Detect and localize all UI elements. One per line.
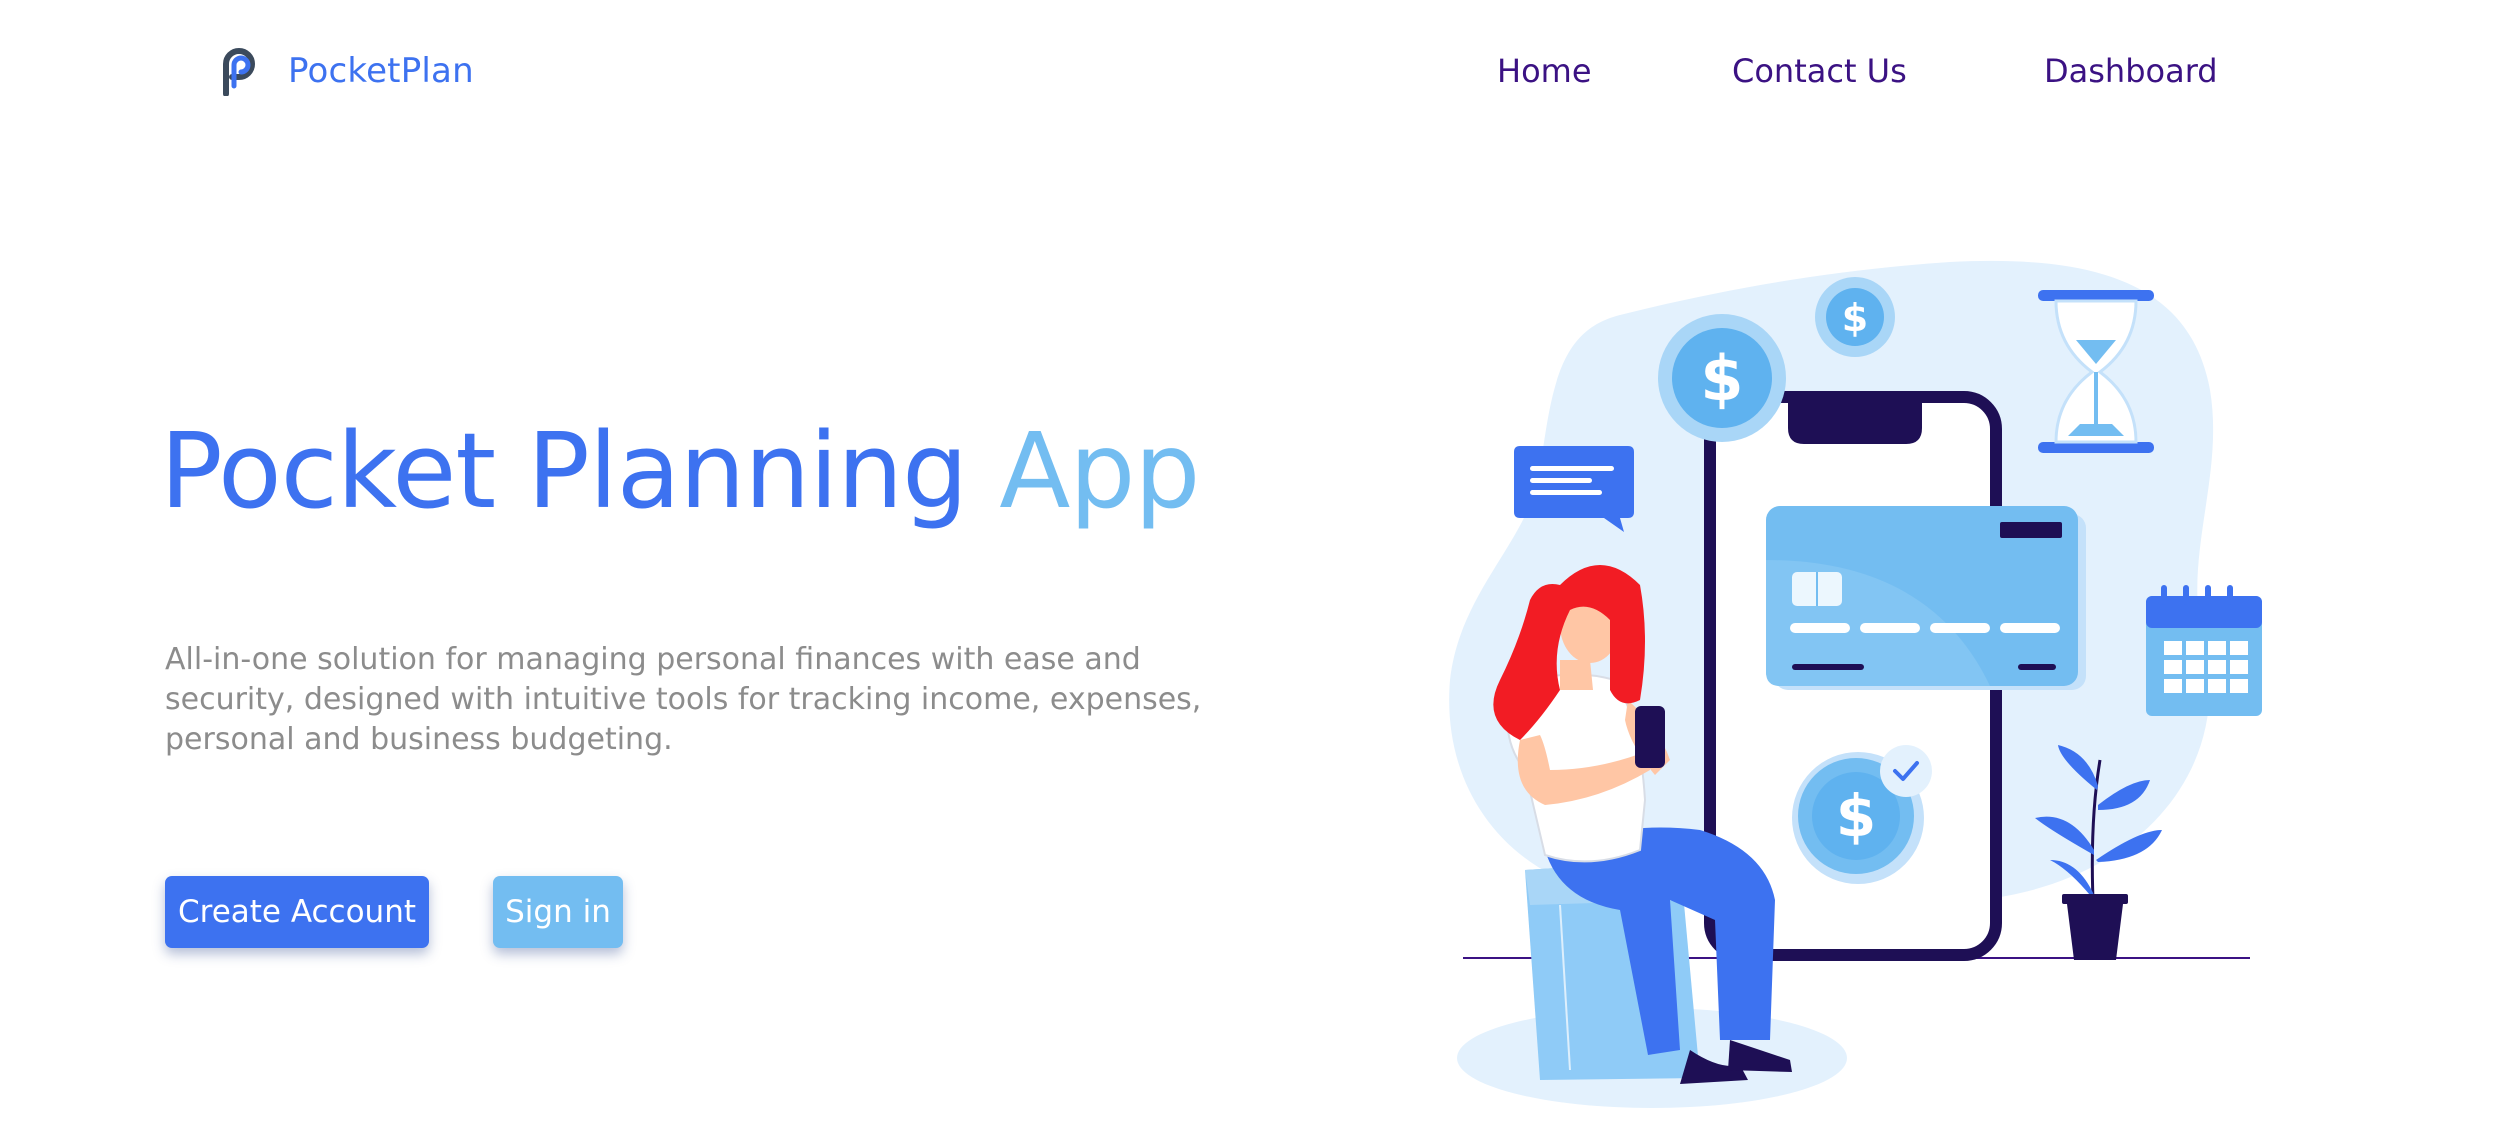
coin-symbol: $ <box>1842 296 1868 340</box>
coin-symbol: $ <box>1700 342 1743 415</box>
pocketplan-logo-icon <box>223 48 255 96</box>
hero-title: Pocket Planning App <box>160 410 1200 532</box>
brand-name: PocketPlan <box>288 51 474 91</box>
create-account-button[interactable]: Create Account <box>165 876 429 948</box>
nav-contact-link[interactable]: Contact Us <box>1732 52 1907 90</box>
nav-home-link[interactable]: Home <box>1497 52 1592 90</box>
nav-dashboard-link[interactable]: Dashboard <box>2044 52 2218 90</box>
hero-description: All-in-one solution for managing persona… <box>165 642 1202 757</box>
hero-title-main: Pocket Planning <box>160 410 968 532</box>
brand-logo[interactable]: PocketPlan <box>218 46 474 96</box>
hero-title-accent: App <box>999 410 1200 532</box>
hero-illustration: $ $ $ <box>1449 260 2262 1108</box>
calendar-icon <box>2146 585 2262 716</box>
credit-card-icon <box>1766 506 2086 690</box>
checkmark-icon <box>1880 745 1932 797</box>
sign-in-button[interactable]: Sign in <box>493 876 623 948</box>
dollar-coin-icon: $ <box>1658 314 1786 442</box>
dollar-coin-icon: $ <box>1815 277 1895 357</box>
coin-symbol: $ <box>1836 782 1876 850</box>
